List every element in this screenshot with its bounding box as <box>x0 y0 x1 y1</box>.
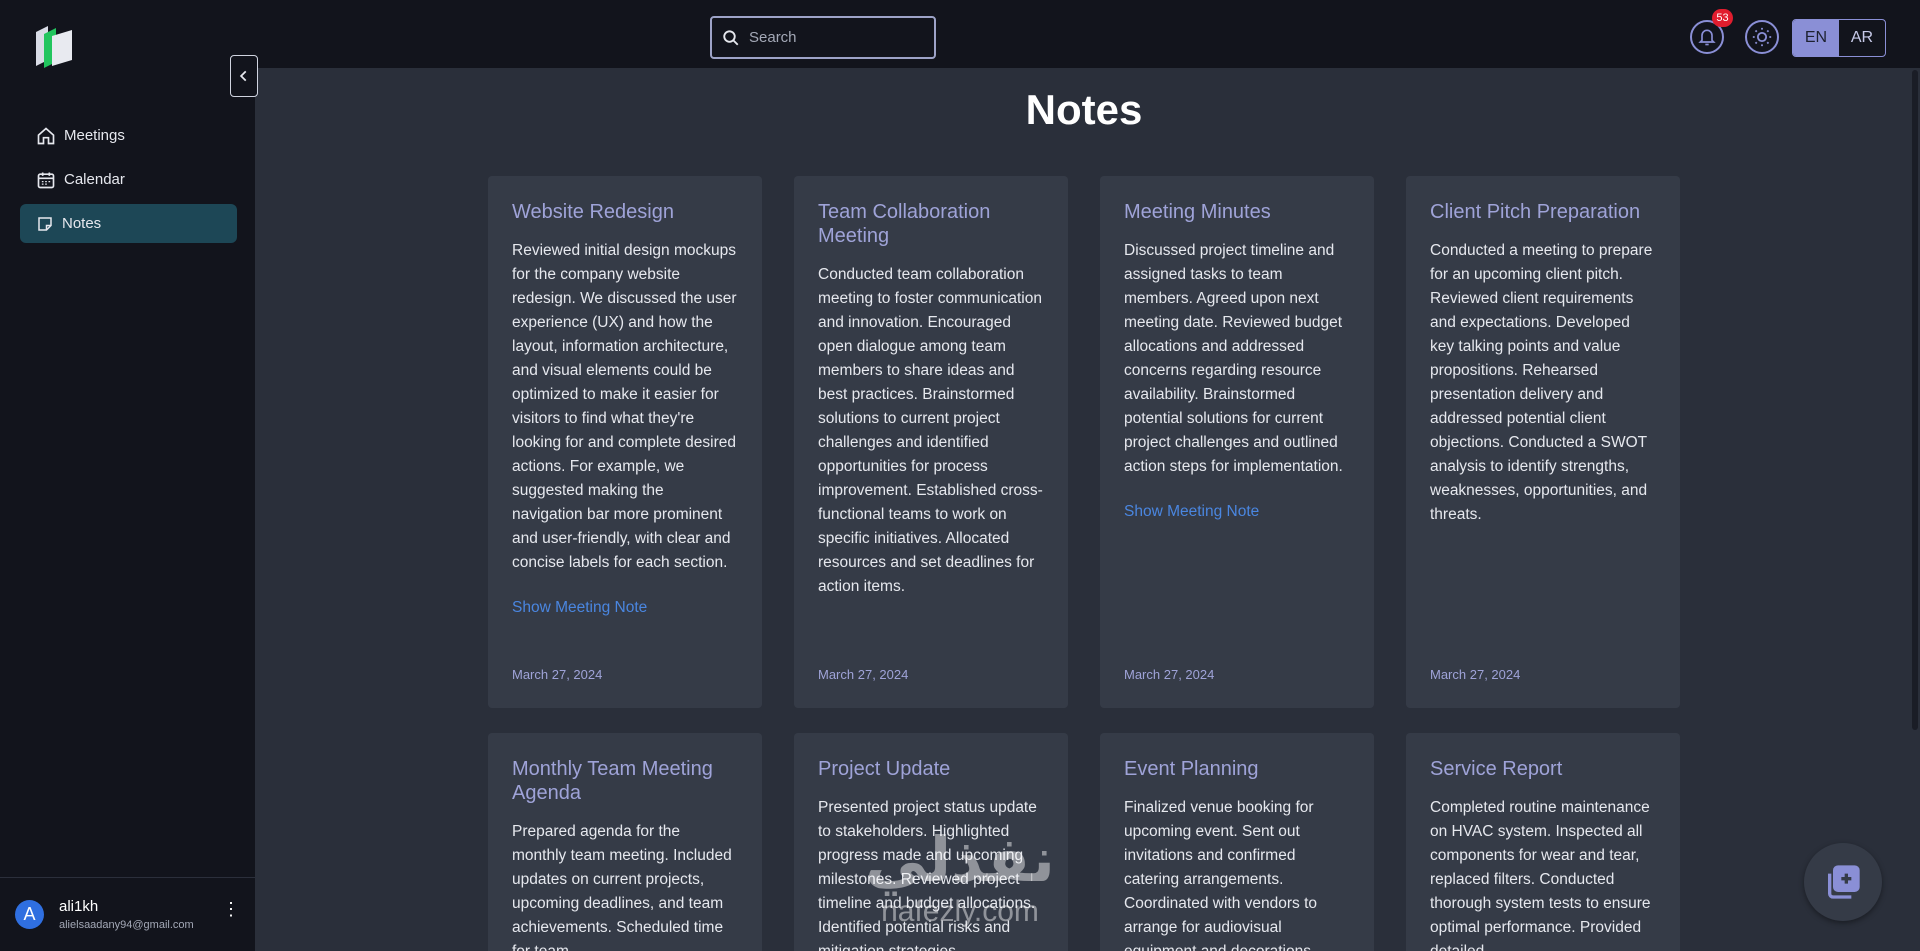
add-note-icon <box>1828 865 1860 899</box>
app-logo-icon[interactable] <box>30 22 78 70</box>
user-email: alielsaadany94@gmail.com <box>59 919 194 931</box>
user-name: ali1kh <box>59 898 99 915</box>
note-body: Presented project status update to stake… <box>818 799 1037 951</box>
lang-en-button[interactable]: EN <box>1793 20 1839 56</box>
theme-toggle-button[interactable] <box>1745 20 1779 54</box>
note-body: Conducted a meeting to prepare for an up… <box>1430 242 1653 523</box>
note-card: Service Report Completed routine mainten… <box>1406 733 1680 951</box>
scrollbar-thumb[interactable] <box>1912 70 1918 730</box>
chevron-left-icon <box>239 70 247 82</box>
note-icon <box>38 216 52 231</box>
note-body: Finalized venue booking for upcoming eve… <box>1124 799 1318 951</box>
note-card: Monthly Team Meeting Agenda Prepared age… <box>488 733 762 951</box>
sidebar-item-notes[interactable]: Notes <box>20 204 237 243</box>
sidebar-item-meetings[interactable]: Meetings <box>20 116 237 155</box>
add-note-button[interactable] <box>1804 843 1882 921</box>
search-icon <box>723 29 739 45</box>
bell-icon <box>1698 29 1716 46</box>
note-date: March 27, 2024 <box>1430 667 1521 682</box>
show-meeting-note-link[interactable]: Show Meeting Note <box>512 599 647 617</box>
note-body: Reviewed initial design mockups for the … <box>512 242 737 571</box>
page-scrollbar[interactable] <box>1910 68 1920 951</box>
note-date: March 27, 2024 <box>1124 667 1215 682</box>
collapse-sidebar-button[interactable] <box>230 55 258 97</box>
sidebar-item-label: Meetings <box>64 127 125 144</box>
show-meeting-note-link[interactable]: Show Meeting Note <box>1124 503 1259 521</box>
more-vertical-icon[interactable]: ⋮ <box>222 900 240 918</box>
note-title: Service Report <box>1430 758 1563 780</box>
note-title: Meeting Minutes <box>1124 201 1271 223</box>
note-title: Monthly Team Meeting Agenda <box>512 758 713 804</box>
note-title: Client Pitch Preparation <box>1430 201 1641 223</box>
search-box[interactable] <box>710 16 936 59</box>
sidebar-item-calendar[interactable]: Calendar <box>20 160 237 199</box>
note-body: Conducted team collaboration meeting to … <box>818 266 1043 595</box>
sidebar-item-label: Calendar <box>64 171 125 188</box>
note-date: March 27, 2024 <box>818 667 909 682</box>
note-title: Project Update <box>818 758 951 780</box>
note-body: Prepared agenda for the monthly team mee… <box>512 823 732 951</box>
user-profile: A ali1kh alielsaadany94@gmail.com ⋮ <box>0 877 255 951</box>
note-card: Event Planning Finalized venue booking f… <box>1100 733 1374 951</box>
notification-badge: 53 <box>1712 9 1733 27</box>
lang-ar-button[interactable]: AR <box>1839 20 1885 56</box>
language-switcher: EN AR <box>1792 19 1886 57</box>
sidebar-nav: Meetings Calendar Notes <box>20 116 237 248</box>
user-info: ali1kh alielsaadany94@gmail.com <box>59 898 194 931</box>
sidebar-item-label: Notes <box>62 215 102 232</box>
note-title: Website Redesign <box>512 201 674 223</box>
home-icon <box>37 126 55 144</box>
sidebar: Meetings Calendar Notes A ali1kh alielsa… <box>0 0 255 951</box>
note-card: Meeting Minutes Discussed project timeli… <box>1100 176 1374 708</box>
avatar[interactable]: A <box>15 900 44 929</box>
top-bar: 53 EN AR <box>255 0 1920 68</box>
note-card: Client Pitch Preparation Conducted a mee… <box>1406 176 1680 708</box>
page-title: Notes <box>1025 86 1143 133</box>
search-input[interactable] <box>749 29 919 46</box>
note-date: March 27, 2024 <box>512 667 603 682</box>
note-card: Team Collaboration Meeting Conducted tea… <box>794 176 1068 708</box>
note-title: Event Planning <box>1124 758 1259 780</box>
note-card: Project Update Presented project status … <box>794 733 1068 951</box>
note-body: Completed routine maintenance on HVAC sy… <box>1430 799 1651 951</box>
note-card: Website Redesign Reviewed initial design… <box>488 176 762 708</box>
note-body: Discussed project timeline and assigned … <box>1124 242 1343 475</box>
calendar-icon <box>37 172 55 188</box>
note-title: Team Collaboration Meeting <box>818 201 991 247</box>
sun-icon <box>1752 27 1772 47</box>
